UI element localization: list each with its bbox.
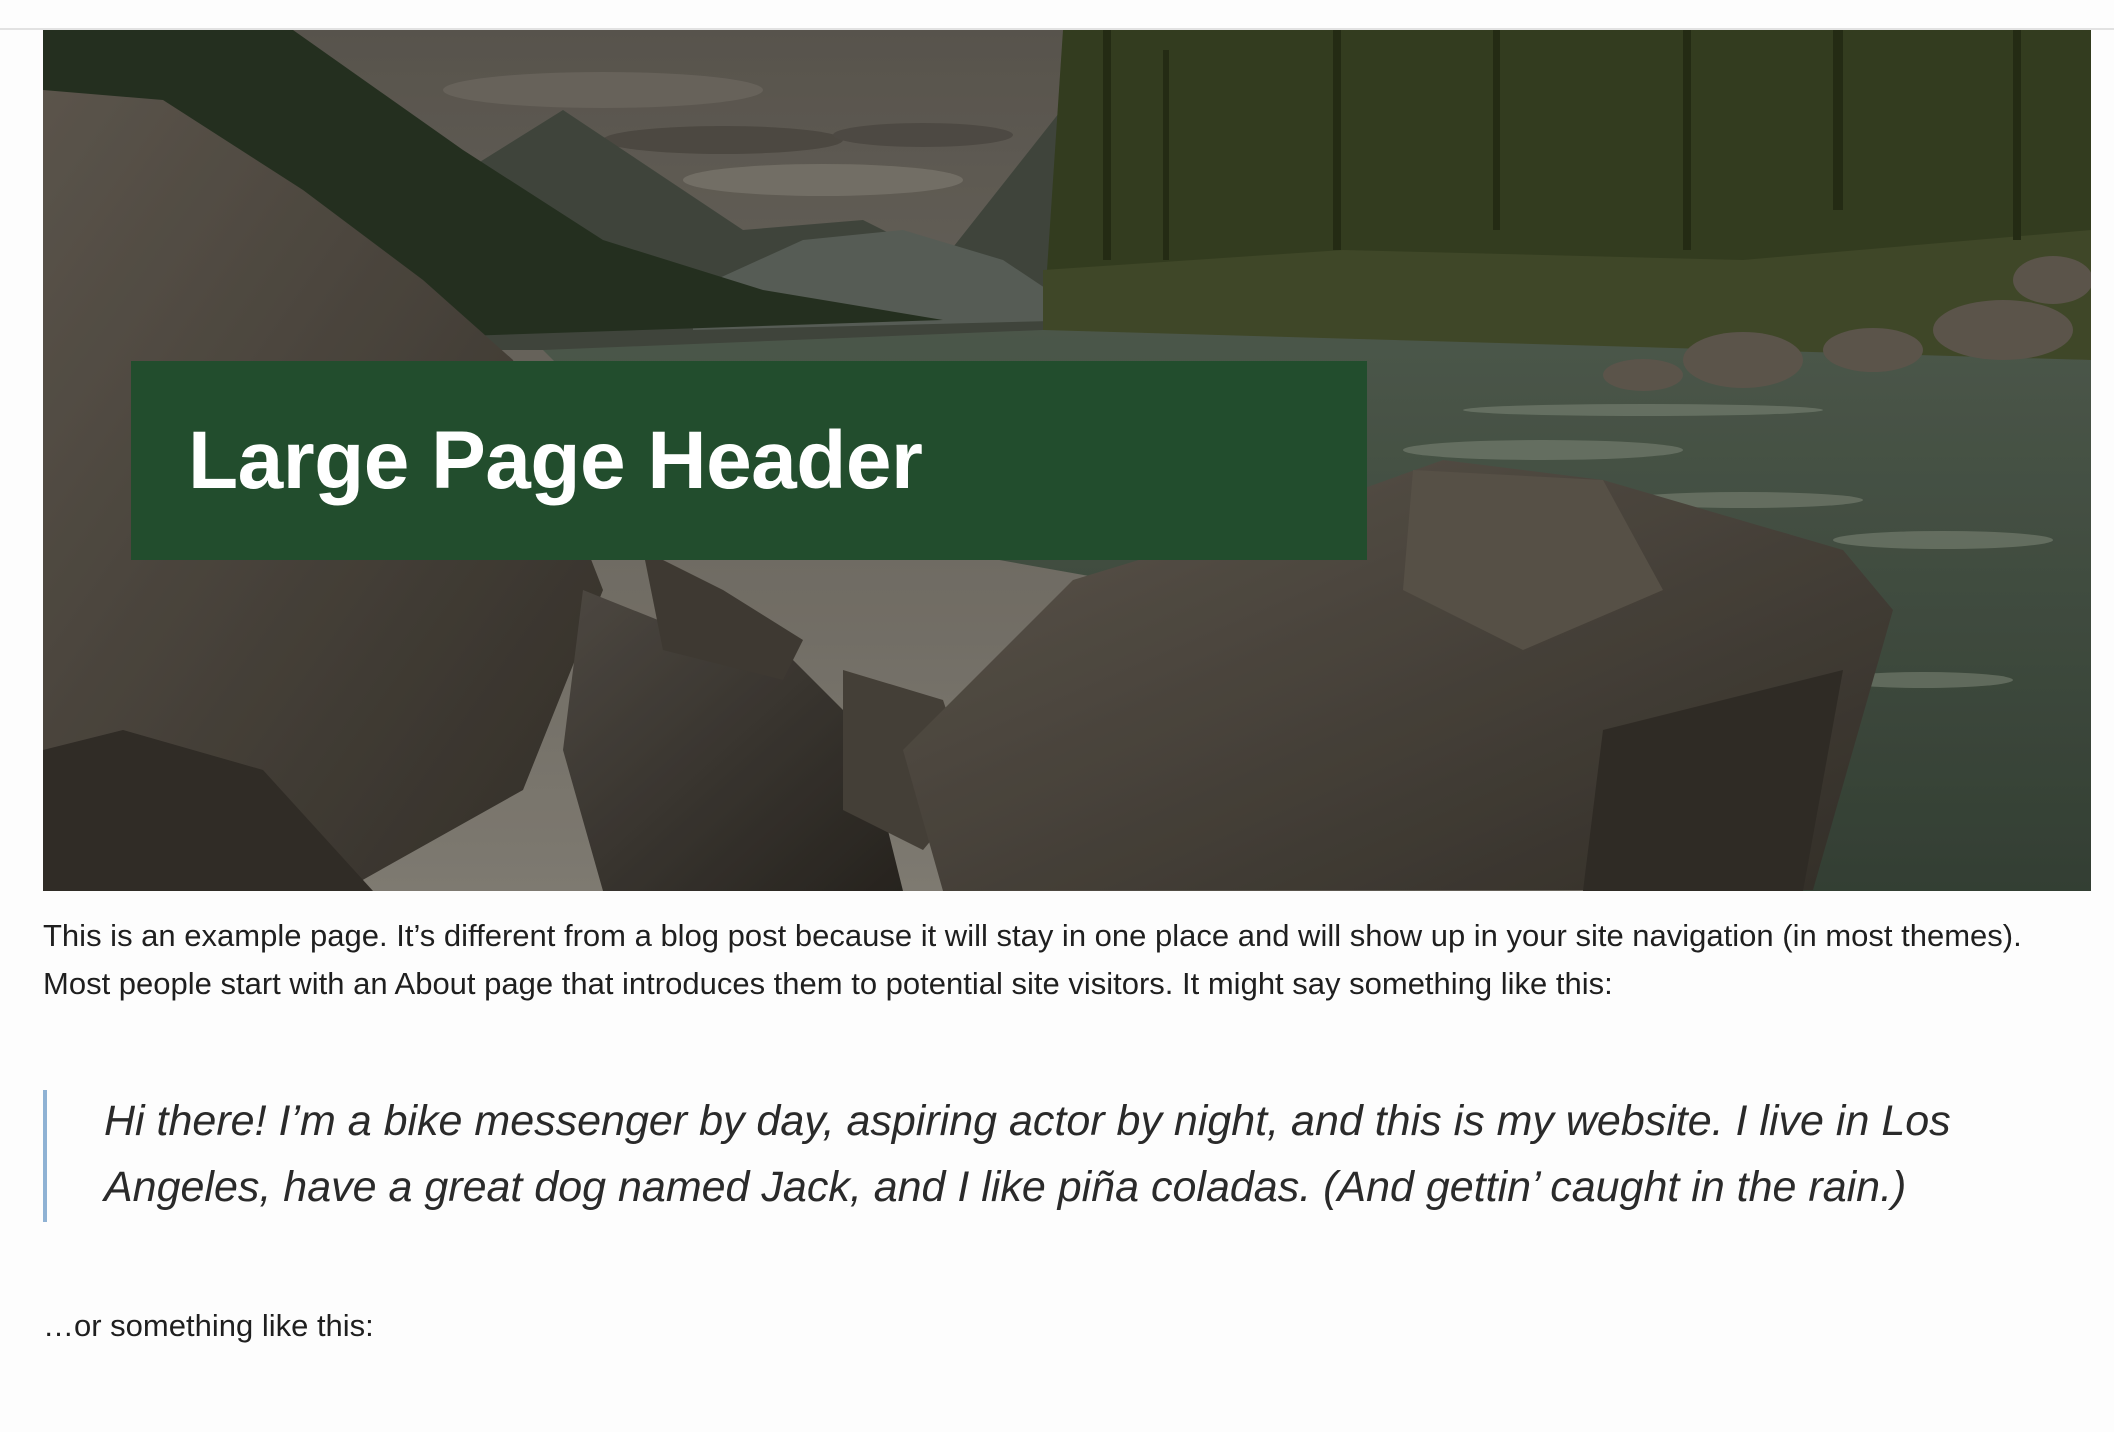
outro-paragraph: …or something like this: xyxy=(43,1308,374,1343)
quote-text: Hi there! I’m a bike messenger by day, a… xyxy=(104,1097,1951,1211)
intro-paragraph: This is an example page. It’s different … xyxy=(43,918,2022,1001)
pull-quote: Hi there! I’m a bike messenger by day, a… xyxy=(43,1090,2063,1222)
header-cover-image: Large Page Header xyxy=(43,30,2091,891)
top-divider xyxy=(0,0,2114,30)
page-title-box: Large Page Header xyxy=(131,361,1367,560)
page-title: Large Page Header xyxy=(188,414,923,506)
